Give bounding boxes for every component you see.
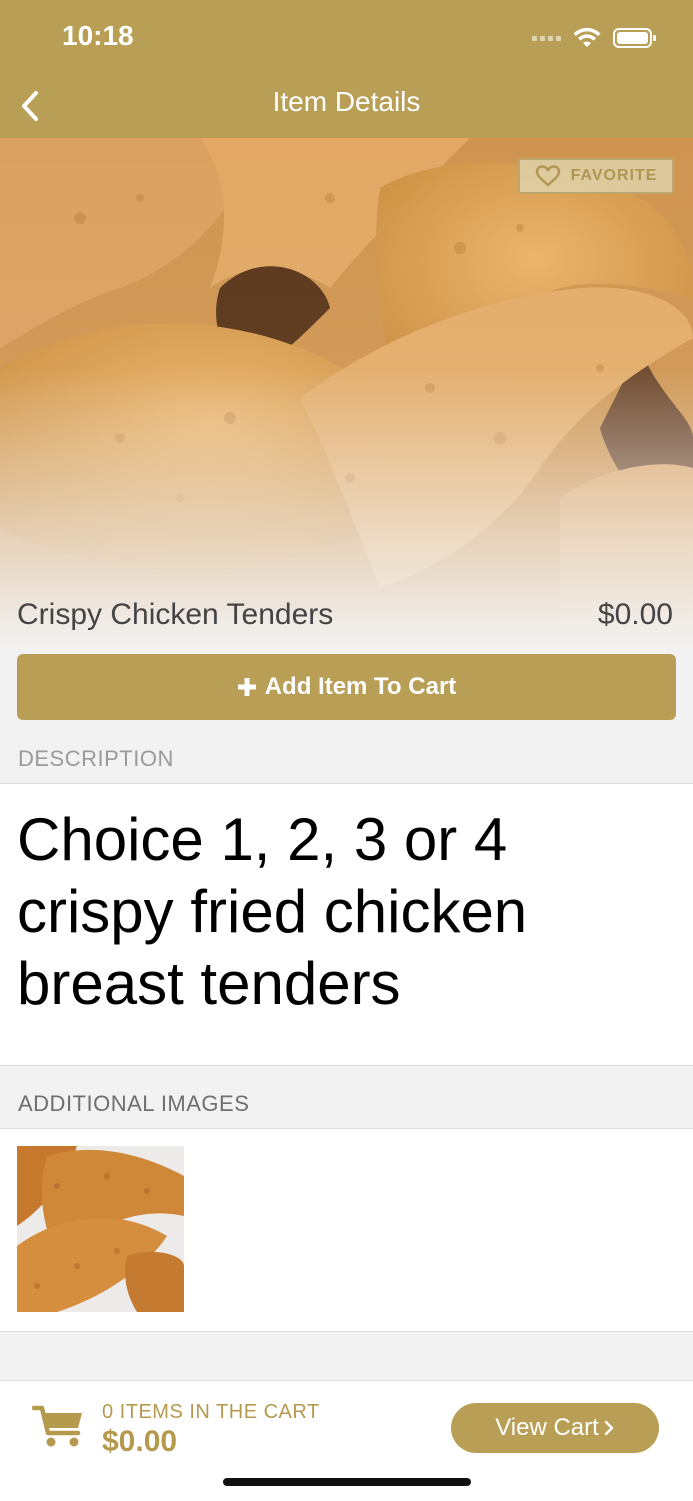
hero-image: FAVORITE: [0, 138, 693, 648]
wifi-icon: [573, 27, 601, 47]
favorite-button[interactable]: FAVORITE: [518, 158, 674, 194]
chicken-tenders-thumbnail-photo: [17, 1146, 184, 1312]
description-text: Choice 1, 2, 3 or 4 crispy fried chicken…: [17, 806, 528, 1017]
heart-icon: [535, 165, 560, 187]
signal-icon: [532, 35, 561, 41]
status-time: 10:18: [62, 20, 134, 51]
item-name: Crispy Chicken Tenders: [17, 598, 334, 631]
plus-icon: [237, 678, 256, 696]
description-header: DESCRIPTION: [18, 746, 174, 771]
nav-bar: Item Details: [0, 72, 693, 138]
add-item-to-cart-button[interactable]: Add Item To Cart: [17, 654, 676, 720]
status-icons: [532, 24, 657, 52]
item-price: $0.00: [597, 598, 673, 631]
cart-total: $0.00: [102, 1425, 178, 1458]
cart-item-count: 0 ITEMS IN THE CART: [102, 1401, 320, 1423]
additional-image-thumbnail[interactable]: [17, 1146, 184, 1312]
additional-images-header: ADDITIONAL IMAGES: [18, 1091, 250, 1116]
view-cart-label: View Cart: [495, 1414, 599, 1441]
battery-icon: [613, 28, 656, 48]
view-cart-button[interactable]: View Cart: [451, 1403, 659, 1453]
favorite-label: FAVORITE: [570, 167, 658, 184]
page-title: Item Details: [272, 86, 421, 117]
status-bar: 10:18: [0, 0, 693, 72]
description-panel: Choice 1, 2, 3 or 4 crispy fried chicken…: [0, 783, 693, 1066]
chevron-right-icon: [604, 1420, 614, 1436]
add-item-label: Add Item To Cart: [264, 673, 457, 700]
home-indicator: [223, 1478, 471, 1486]
chicken-tenders-photo: [0, 138, 693, 648]
shopping-cart-icon: [32, 1405, 82, 1447]
additional-images-panel: [0, 1128, 693, 1332]
